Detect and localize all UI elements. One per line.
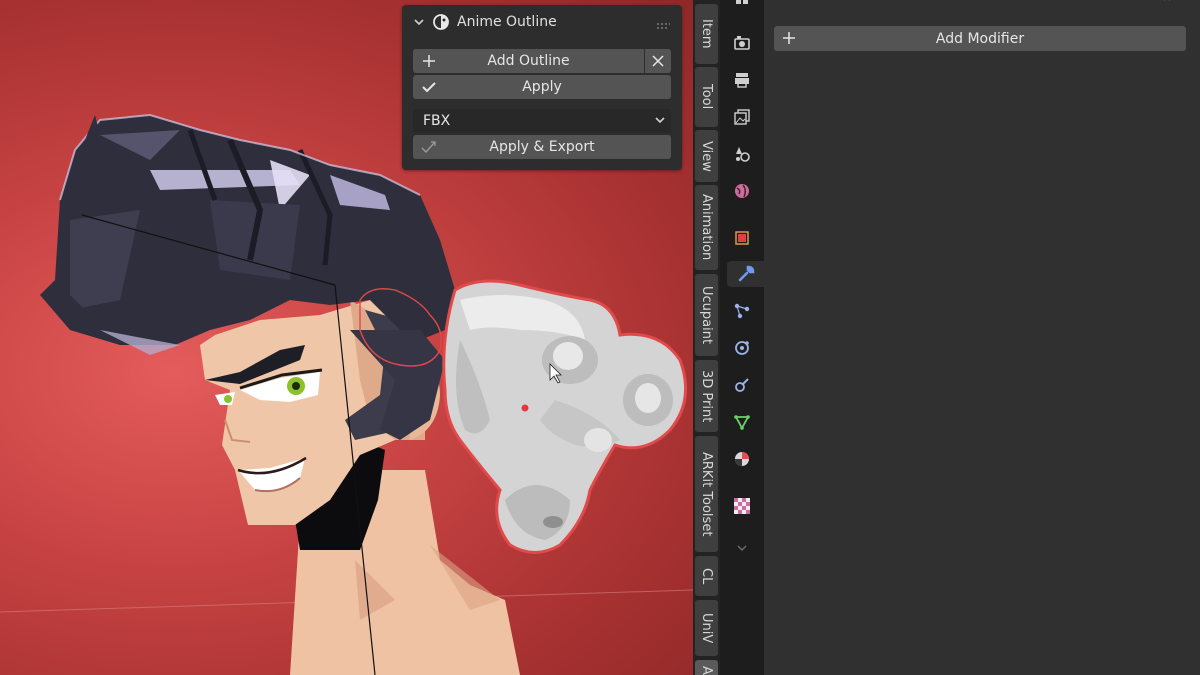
texture-icon[interactable] xyxy=(729,493,755,519)
render-icon[interactable] xyxy=(729,30,755,56)
anime-outline-panel: Anime Outline Add Outline Apply FBX Appl… xyxy=(402,5,682,170)
anime-outline-logo-icon xyxy=(432,13,450,31)
tab-arkit-toolset[interactable]: ARKit Toolset xyxy=(695,436,718,552)
sidebar-tabs: Item Tool View Animation Ucupaint 3D Pri… xyxy=(693,0,720,675)
tab-view[interactable]: View xyxy=(695,130,718,182)
world-icon[interactable] xyxy=(729,178,755,204)
header-close-icon[interactable] xyxy=(1162,0,1176,2)
tab-3d-print[interactable]: 3D Print xyxy=(695,360,718,432)
tab-item[interactable]: Item xyxy=(695,4,718,64)
view-layer-icon[interactable] xyxy=(729,104,755,130)
tab-tool[interactable]: Tool xyxy=(695,67,718,127)
add-modifier-button[interactable]: Add Modifier xyxy=(774,26,1186,51)
suzanne-mesh xyxy=(442,279,688,554)
export-format-value: FBX xyxy=(423,113,451,129)
modifier-icon[interactable] xyxy=(727,261,764,287)
plus-icon xyxy=(782,31,796,45)
physics-icon[interactable] xyxy=(729,335,755,361)
tab-univ[interactable]: UniV xyxy=(695,600,718,656)
tab-ucupaint[interactable]: Ucupaint xyxy=(695,274,718,356)
material-icon[interactable] xyxy=(729,446,755,472)
close-icon xyxy=(652,55,664,67)
data-icon[interactable] xyxy=(729,409,755,435)
tab-animation[interactable]: Animation xyxy=(695,185,718,270)
drag-grip-icon[interactable] xyxy=(656,18,671,29)
remove-outline-button[interactable] xyxy=(645,49,671,73)
scene-icon[interactable] xyxy=(729,141,755,167)
properties-editor: Add Modifier xyxy=(764,0,1200,675)
export-check-icon xyxy=(421,139,437,155)
tab-cl[interactable]: CL xyxy=(695,556,718,596)
tab-a[interactable]: A xyxy=(695,660,718,675)
particles-icon[interactable] xyxy=(729,298,755,324)
properties-tabs xyxy=(720,0,764,675)
apply-export-button[interactable]: Apply & Export xyxy=(413,135,671,159)
add-outline-label: Add Outline xyxy=(487,53,570,69)
panel-header[interactable]: Anime Outline xyxy=(402,5,682,38)
apply-label: Apply xyxy=(522,79,562,95)
plus-icon xyxy=(421,53,437,69)
panel-title: Anime Outline xyxy=(457,13,557,30)
more-chevron-icon[interactable] xyxy=(729,535,755,561)
chevron-down-icon xyxy=(654,114,666,126)
constraints-icon[interactable] xyxy=(729,372,755,398)
export-format-dropdown[interactable]: FBX xyxy=(413,109,671,133)
add-outline-button[interactable]: Add Outline xyxy=(413,49,644,73)
add-modifier-label: Add Modifier xyxy=(935,30,1025,47)
output-icon[interactable] xyxy=(729,67,755,93)
header-icon xyxy=(774,0,794,2)
apply-export-label: Apply & Export xyxy=(489,139,595,155)
chevron-down-icon[interactable] xyxy=(412,15,426,29)
apply-button[interactable]: Apply xyxy=(413,75,671,99)
3d-viewport[interactable]: Anime Outline Add Outline Apply FBX Appl… xyxy=(0,0,693,675)
checkmark-icon xyxy=(421,79,437,95)
tool-icon[interactable] xyxy=(729,0,755,16)
object-icon[interactable] xyxy=(729,225,755,251)
